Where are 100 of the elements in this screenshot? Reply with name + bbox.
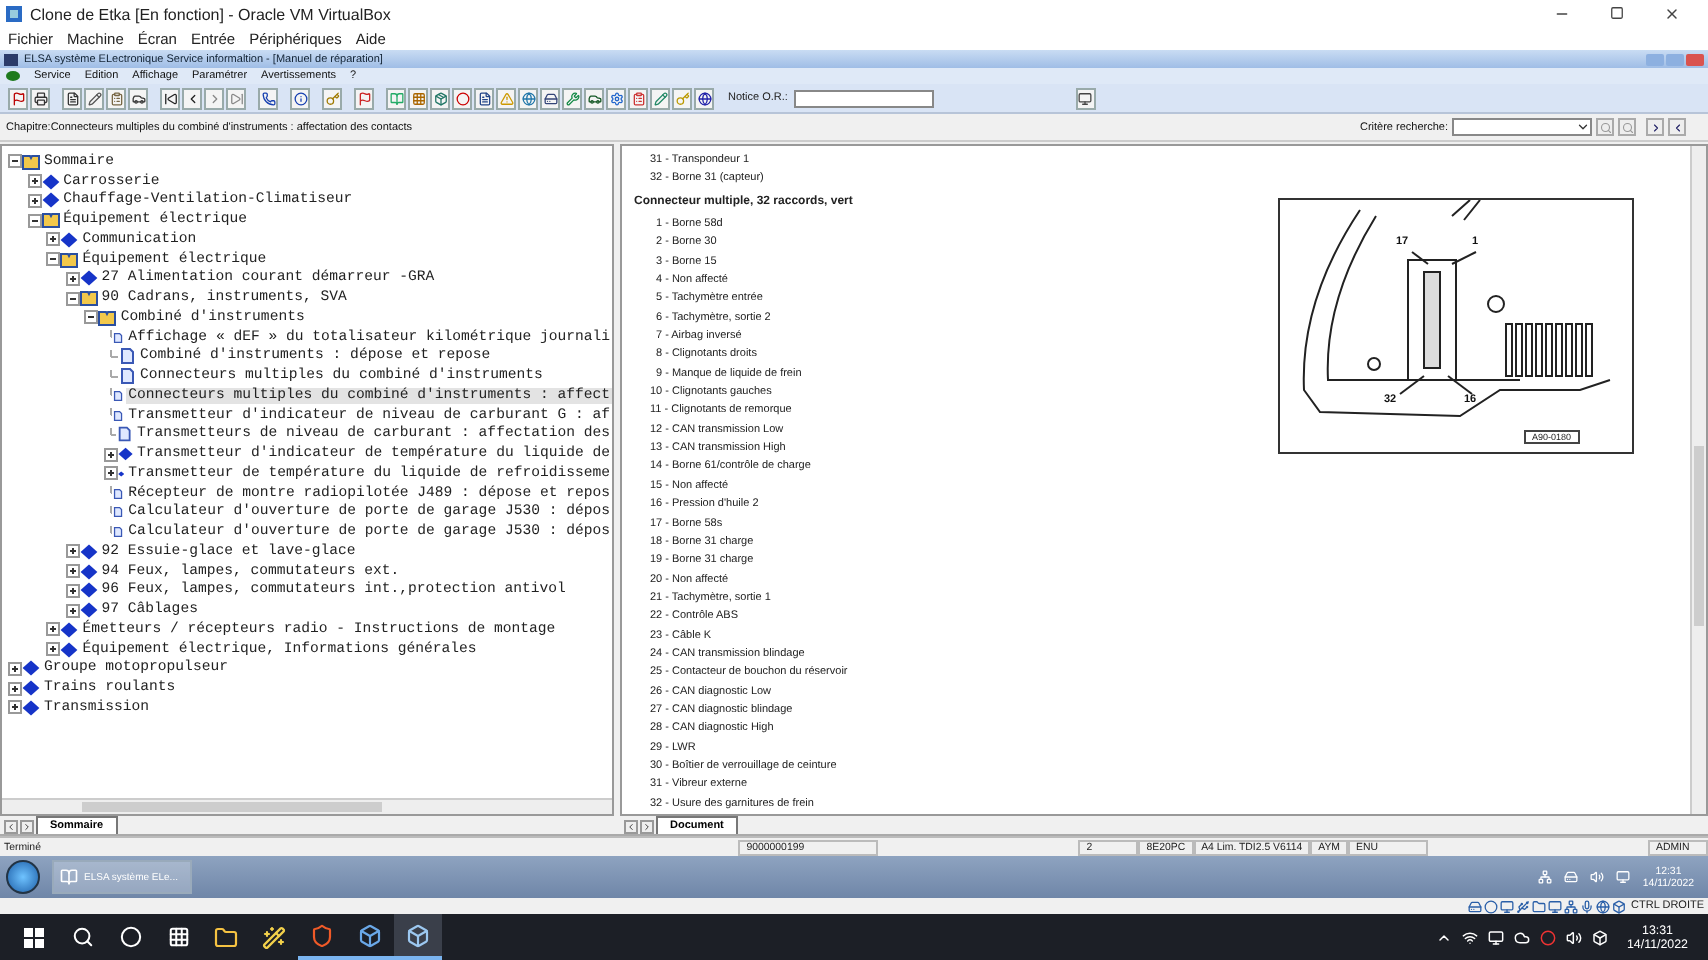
- toolbar-button[interactable]: [30, 87, 50, 109]
- document-icon: [477, 91, 491, 105]
- toolbar-button[interactable]: [606, 87, 626, 109]
- close-icon[interactable]: [1686, 53, 1704, 65]
- box-icon: [1592, 929, 1609, 945]
- scroll-right-button[interactable]: [640, 820, 654, 834]
- expander-icon[interactable]: [103, 466, 118, 481]
- expander-icon[interactable]: [65, 564, 80, 579]
- network-icon: [1538, 870, 1553, 884]
- chevron-up-icon: [1436, 929, 1453, 945]
- app-icon: [60, 868, 78, 886]
- volume-icon: [1590, 870, 1605, 884]
- toolbar-button[interactable]: [354, 87, 374, 109]
- expander-icon[interactable]: [27, 213, 42, 228]
- grid-icon: [411, 91, 425, 105]
- key-icon: [325, 91, 339, 105]
- window-title: Clone de Etka [En fonction] - Oracle VM VirtualBox: [30, 5, 393, 23]
- search-field[interactable]: [1452, 118, 1592, 136]
- expander-icon[interactable]: [27, 174, 42, 189]
- expander-icon[interactable]: [8, 681, 22, 696]
- drive-icon: [1467, 899, 1482, 913]
- toolbar-button[interactable]: [584, 87, 604, 109]
- expander-icon[interactable]: [46, 642, 61, 657]
- toolbar-button[interactable]: [474, 87, 494, 109]
- expander-icon[interactable]: [27, 193, 42, 208]
- expander-icon[interactable]: [46, 252, 61, 267]
- previous-icon: [1671, 121, 1683, 133]
- monitor-icon: [1547, 899, 1562, 913]
- wifi-icon: [1462, 929, 1479, 945]
- expander-icon[interactable]: [8, 154, 22, 169]
- monitor-icon: [1488, 929, 1505, 945]
- expander-icon[interactable]: [46, 622, 61, 637]
- info-icon: [293, 91, 307, 105]
- scrollbar[interactable]: [1690, 146, 1706, 814]
- expander-icon[interactable]: [8, 661, 22, 676]
- expander-icon[interactable]: [84, 310, 99, 325]
- toolbar-button[interactable]: [1646, 118, 1664, 136]
- toolbar-button[interactable]: [62, 87, 82, 109]
- scrollbar-thumb[interactable]: [1694, 446, 1704, 626]
- expander-icon[interactable]: [65, 544, 80, 559]
- monitor-icon: [1616, 870, 1631, 884]
- settings-icon: [609, 91, 623, 105]
- scroll-left-button[interactable]: [4, 820, 18, 834]
- wand-icon: [262, 925, 286, 949]
- expander-icon[interactable]: [65, 291, 80, 306]
- next-icon: [1649, 121, 1661, 133]
- toolbar-button[interactable]: [290, 87, 310, 109]
- disc-icon: [1483, 899, 1498, 913]
- phone-icon: [261, 91, 275, 105]
- toolbar-button[interactable]: [1668, 118, 1686, 136]
- notice-field[interactable]: [793, 89, 934, 107]
- cube-icon: [358, 923, 382, 947]
- shield-icon: [310, 923, 334, 947]
- search-icon: [71, 926, 93, 948]
- cube-icon: [406, 923, 430, 947]
- pencil-icon: [653, 91, 667, 105]
- last-page-icon: [229, 91, 243, 105]
- toolbar-button[interactable]: [430, 87, 450, 109]
- folder-icon: [214, 925, 238, 949]
- expander-icon[interactable]: [103, 447, 118, 462]
- taskbar-button[interactable]: [394, 914, 442, 960]
- clipboard-icon: [631, 91, 645, 105]
- clipboard-icon: [109, 91, 123, 105]
- expander-icon[interactable]: [65, 271, 80, 286]
- toolbar-button[interactable]: [694, 87, 714, 109]
- toolbar-button[interactable]: [540, 87, 560, 109]
- network-icon: [1563, 899, 1578, 913]
- cloud-icon: [1514, 929, 1531, 945]
- maximize-icon: [1610, 6, 1624, 20]
- start-button[interactable]: [6, 860, 40, 894]
- scroll-left-button[interactable]: [624, 820, 638, 834]
- flag-icon: [357, 91, 371, 105]
- printer-icon: [33, 91, 47, 105]
- toolbar-button[interactable]: [128, 87, 148, 109]
- globe-icon: [697, 91, 711, 105]
- book-icon: [60, 251, 79, 268]
- expander-icon[interactable]: [65, 603, 80, 618]
- toolbar-button[interactable]: [106, 87, 126, 109]
- toolbar-button[interactable]: [182, 87, 202, 109]
- expander-icon[interactable]: [46, 232, 61, 247]
- globe-icon: [521, 91, 535, 105]
- expander-icon[interactable]: [8, 700, 22, 715]
- microphone-icon: [1579, 899, 1594, 913]
- book-icon: [22, 153, 40, 170]
- scrollbar-thumb[interactable]: [82, 802, 382, 812]
- toolbar-button[interactable]: [160, 87, 180, 109]
- dropdown-icon: [1576, 120, 1590, 134]
- monitor-icon: [1499, 899, 1514, 913]
- expander-icon[interactable]: [65, 583, 80, 598]
- toolbar-button[interactable]: [258, 87, 278, 109]
- search-icon: [1621, 121, 1633, 133]
- globe-icon: [1595, 899, 1610, 913]
- scroll-right-button[interactable]: [20, 820, 34, 834]
- toolbar-button[interactable]: [8, 87, 28, 109]
- drive-icon: [543, 91, 557, 105]
- first-page-icon: [163, 91, 177, 105]
- toolbar-button[interactable]: [84, 87, 104, 109]
- toolbar-button[interactable]: [452, 87, 472, 109]
- toolbar-button[interactable]: [1075, 87, 1096, 109]
- scrollbar[interactable]: [2, 798, 612, 814]
